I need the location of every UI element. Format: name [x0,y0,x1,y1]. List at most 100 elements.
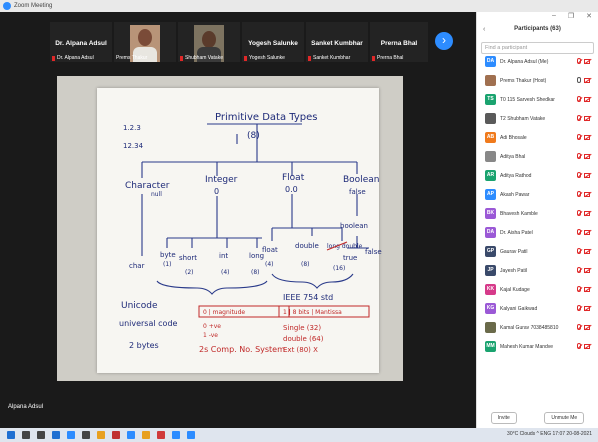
wb-float: float [262,246,278,254]
participant-row[interactable]: AB Adi Bhosale [477,128,598,147]
video-off-icon[interactable] [584,268,590,273]
video-off-icon[interactable] [584,287,590,292]
participant-status [577,286,590,292]
mic-muted-icon[interactable] [577,267,581,273]
video-off-icon[interactable] [584,249,590,254]
participant-name: Adi Bhosale [500,134,527,141]
taskbar-app-icon[interactable] [97,431,105,439]
wb-count: (8) [247,131,260,141]
wb-ieee: IEEE 754 std [283,293,333,302]
video-tile[interactable]: Sanket Kumbhar Sanket Kumbhar [306,22,368,62]
participant-row[interactable]: Aditya Bhal [477,147,598,166]
taskbar-app-icon[interactable] [142,431,150,439]
restore-icon[interactable]: ❐ [568,12,574,20]
participant-list: DA Dr. Alpana Adsul (Me) Prems Thakur (Hos… [477,52,598,356]
participant-row[interactable]: AR Aditya Rathod [477,166,598,185]
taskbar-app-icon[interactable] [37,431,45,439]
wb-float-label: Float [282,173,305,183]
participant-status [577,343,590,349]
video-tile[interactable]: Yogesh Salunke Yogesh Salunke [242,22,304,62]
wb-int: int [219,252,228,260]
participant-row[interactable]: GP Gaurav Patil [477,242,598,261]
tile-sub-name: Prems Thakur [116,55,148,61]
wb-long-n: (8) [251,269,260,276]
participant-name: Dr. Alpana Adsul (Me) [500,58,549,65]
participant-row[interactable]: JP Jayesh Patil [477,261,598,280]
close-icon[interactable]: ✕ [586,12,592,20]
avatar: BK [485,208,496,219]
video-area: Dr. Alpana Adsul Dr. Alpana Adsul Prems … [0,12,476,428]
participant-row[interactable]: BK Bhavesh Kamble [477,204,598,223]
video-off-icon[interactable] [584,325,590,330]
video-tile[interactable]: Prerna Bhal Prerna Bhal [370,22,428,62]
participant-name: Gaurav Patil [500,248,528,255]
video-off-icon[interactable] [584,59,590,64]
participant-row[interactable]: AP Akash Pawar [477,185,598,204]
participant-name: Kamal Gurav 7038485810 [500,324,559,331]
participant-row[interactable]: KK Kajal Kudage [477,280,598,299]
mic-muted-icon[interactable] [577,324,581,330]
next-page-arrow-icon[interactable]: › [435,32,453,50]
participant-row[interactable]: T2 Shubham Vatake [477,109,598,128]
taskbar-app-icon[interactable] [52,431,60,439]
video-off-icon[interactable] [584,116,590,121]
video-off-icon[interactable] [584,230,590,235]
avatar: MM [485,341,496,352]
invite-button[interactable]: Invite [490,412,517,424]
participant-status [577,305,590,311]
video-off-icon[interactable] [584,192,590,197]
video-off-icon[interactable] [584,173,590,178]
mic-muted-icon[interactable] [577,286,581,292]
tile-subtitle: Yogesh Salunke [244,55,285,61]
video-off-icon[interactable] [584,306,590,311]
video-tile[interactable]: Prems Thakur [114,22,176,62]
taskbar-app-icon[interactable] [67,431,75,439]
video-off-icon[interactable] [584,211,590,216]
mic-muted-icon[interactable] [577,115,581,121]
minimize-icon[interactable]: – [552,12,556,20]
taskbar-app-icon[interactable] [112,431,120,439]
participant-row[interactable]: Prems Thakur (Host) [477,71,598,90]
wb-true: true [343,254,357,262]
video-off-icon[interactable] [584,135,590,140]
mic-muted-icon[interactable] [577,248,581,254]
taskbar-app-icon[interactable] [157,431,165,439]
mic-muted-icon[interactable] [577,172,581,178]
video-off-icon[interactable] [584,97,590,102]
taskbar-app-icon[interactable] [187,431,195,439]
mic-icon[interactable] [577,77,581,83]
mic-muted-icon[interactable] [577,343,581,349]
tile-sub-name: Shubham Vatake [185,55,223,61]
muted-mic-icon [372,55,375,61]
taskbar-app-icon[interactable] [82,431,90,439]
avatar: DA [485,227,496,238]
wb-date1: 1.2.3 [123,124,141,132]
participant-row[interactable]: DA Dr. Aisha Patel [477,223,598,242]
mic-muted-icon[interactable] [577,191,581,197]
participant-row[interactable]: DA Dr. Alpana Adsul (Me) [477,52,598,71]
participant-row[interactable]: KG Kalyani Gaikwad [477,299,598,318]
wb-int-label: Integer [205,175,238,185]
video-tile[interactable]: Shubham Vatake [178,22,240,62]
video-off-icon[interactable] [584,78,590,83]
wb-mantissa: 1 | 8 bits | Mantissa [283,309,342,316]
mic-muted-icon[interactable] [577,305,581,311]
video-tile[interactable]: Dr. Alpana Adsul Dr. Alpana Adsul [50,22,112,62]
taskbar-app-icon[interactable] [7,431,15,439]
participant-row[interactable]: TS T0 115 Sarvesh Shedkar [477,90,598,109]
taskbar-app-icon[interactable] [127,431,135,439]
video-off-icon[interactable] [584,154,590,159]
mic-muted-icon[interactable] [577,134,581,140]
participant-row[interactable]: Kamal Gurav 7038485810 [477,318,598,337]
unmute-me-button[interactable]: Unmute Me [544,412,585,424]
mic-muted-icon[interactable] [577,153,581,159]
taskbar-app-icon[interactable] [22,431,30,439]
mic-muted-icon[interactable] [577,229,581,235]
video-off-icon[interactable] [584,344,590,349]
taskbar-app-icon[interactable] [172,431,180,439]
mic-muted-icon[interactable] [577,96,581,102]
mic-muted-icon[interactable] [577,210,581,216]
mic-muted-icon[interactable] [577,58,581,64]
tile-name: Yogesh Salunke [248,40,298,47]
participant-row[interactable]: MM Mahesh Kumar Mandve [477,337,598,356]
